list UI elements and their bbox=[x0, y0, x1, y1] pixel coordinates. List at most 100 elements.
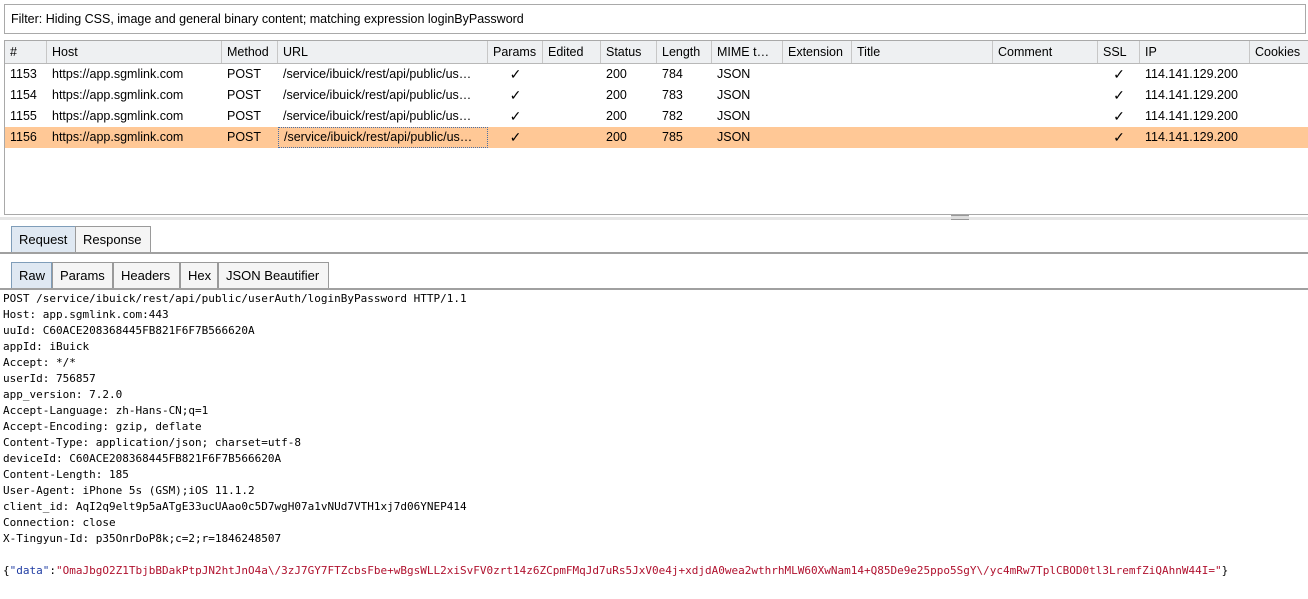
column-header-ssl[interactable]: SSL bbox=[1098, 41, 1140, 63]
cell-comment bbox=[993, 106, 1098, 127]
cell-params-check-icon: ✓ bbox=[509, 66, 522, 82]
cell-method: POST bbox=[227, 67, 262, 81]
column-header-params[interactable]: Params bbox=[488, 41, 543, 63]
cell-status: 200 bbox=[606, 67, 627, 81]
column-header-title[interactable]: Title bbox=[852, 41, 993, 63]
request-line: userId: 756857 bbox=[3, 372, 96, 385]
filter-bar[interactable]: Filter: Hiding CSS, image and general bi… bbox=[4, 4, 1306, 34]
cell-method: POST bbox=[227, 130, 262, 144]
cell-num: 1155 bbox=[10, 109, 37, 123]
cell-title bbox=[852, 85, 993, 106]
message-tabs: Request Response bbox=[0, 220, 1308, 254]
cell-mime-type: JSON bbox=[717, 67, 751, 81]
request-line: Connection: close bbox=[3, 516, 116, 529]
json-open-brace: { bbox=[3, 564, 10, 577]
cell-comment bbox=[993, 64, 1098, 85]
column-header-comment[interactable]: Comment bbox=[993, 41, 1098, 63]
cell-comment bbox=[993, 85, 1098, 106]
column-header-status[interactable]: Status bbox=[601, 41, 657, 63]
column-header-method[interactable]: Method bbox=[222, 41, 278, 63]
cell-url: /service/ibuick/rest/api/public/us… bbox=[283, 88, 472, 102]
json-colon: : bbox=[49, 564, 56, 577]
cell-comment bbox=[993, 127, 1098, 148]
cell-num: 1154 bbox=[10, 88, 37, 102]
request-line: Host: app.sgmlink.com:443 bbox=[3, 308, 169, 321]
cell-title bbox=[852, 106, 993, 127]
request-line: uuId: C60ACE208368445FB821F6F7B566620A bbox=[3, 324, 255, 337]
cell-num: 1153 bbox=[10, 67, 37, 81]
request-line: Content-Type: application/json; charset=… bbox=[3, 436, 302, 449]
cell-method: POST bbox=[227, 88, 262, 102]
table-row[interactable]: 1154 https://app.sgmlink.com POST/service/… bbox=[5, 85, 1308, 106]
cell-ssl-check-icon: ✓ bbox=[1113, 129, 1125, 145]
json-value: "OmaJbgO2Z1TbjbBDakPtpJN2htJnO4a\/3zJ7GY… bbox=[56, 564, 1222, 577]
cell-extension bbox=[783, 64, 852, 85]
cell-mime-type: JSON bbox=[717, 130, 751, 144]
column-header-ip[interactable]: IP bbox=[1140, 41, 1250, 63]
request-editor[interactable]: POST /service/ibuick/rest/api/public/use… bbox=[0, 290, 1308, 599]
cell-mime-type: JSON bbox=[717, 88, 751, 102]
cell-cookies bbox=[1250, 64, 1308, 85]
request-line: deviceId: C60ACE208368445FB821F6F7B56662… bbox=[3, 452, 282, 465]
cell-cookies bbox=[1250, 127, 1308, 148]
column-header-url[interactable]: URL bbox=[278, 41, 488, 63]
table-row[interactable]: 1153 https://app.sgmlink.com POST/service/… bbox=[5, 64, 1308, 85]
cell-status: 200 bbox=[606, 88, 627, 102]
tab-headers[interactable]: Headers bbox=[113, 262, 180, 288]
tab-hex[interactable]: Hex bbox=[180, 262, 218, 288]
table-row[interactable]: 1155 https://app.sgmlink.com POST/service/… bbox=[5, 106, 1308, 127]
request-line: User-Agent: iPhone 5s (GSM);iOS 11.1.2 bbox=[3, 484, 255, 497]
cell-host: https://app.sgmlink.com bbox=[52, 67, 184, 81]
column-header-length[interactable]: Length bbox=[657, 41, 712, 63]
cell-cookies bbox=[1250, 85, 1308, 106]
cell-edited bbox=[543, 64, 601, 85]
column-header-mime-type[interactable]: MIME t… bbox=[712, 41, 783, 63]
tab-response[interactable]: Response bbox=[75, 226, 151, 252]
cell-status: 200 bbox=[606, 130, 627, 144]
request-line: Content-Length: 185 bbox=[3, 468, 129, 481]
cell-length: 782 bbox=[662, 109, 683, 123]
cell-ip: 114.141.129.200 bbox=[1145, 67, 1238, 81]
table-row[interactable]: 1156 https://app.sgmlink.com POST/service/… bbox=[5, 127, 1308, 148]
cell-length: 783 bbox=[662, 88, 683, 102]
cell-host: https://app.sgmlink.com bbox=[52, 109, 184, 123]
column-header-extension[interactable]: Extension bbox=[783, 41, 852, 63]
filter-text: Filter: Hiding CSS, image and general bi… bbox=[11, 12, 524, 26]
cell-edited bbox=[543, 85, 601, 106]
json-close-brace: } bbox=[1221, 564, 1229, 577]
cell-host: https://app.sgmlink.com bbox=[52, 88, 184, 102]
http-history-table[interactable]: # Host Method URL Params Edited Status Length MI… bbox=[4, 40, 1308, 215]
cell-length: 785 bbox=[662, 130, 683, 144]
cell-ip: 114.141.129.200 bbox=[1145, 88, 1238, 102]
cell-url: /service/ibuick/rest/api/public/us… bbox=[283, 67, 472, 81]
cell-ip: 114.141.129.200 bbox=[1145, 130, 1238, 144]
column-header-edited[interactable]: Edited bbox=[543, 41, 601, 63]
cell-extension bbox=[783, 85, 852, 106]
cell-edited bbox=[543, 106, 601, 127]
request-body: {"data":"OmaJbgO2Z1TbjbBDakPtpJN2htJnO4a… bbox=[3, 563, 1305, 579]
cell-ssl-check-icon: ✓ bbox=[1113, 87, 1125, 103]
tab-request[interactable]: Request bbox=[11, 226, 76, 252]
request-line: app_version: 7.2.0 bbox=[3, 388, 123, 401]
cell-title bbox=[852, 64, 993, 85]
cell-params-check-icon: ✓ bbox=[509, 129, 522, 145]
tab-params[interactable]: Params bbox=[52, 262, 113, 288]
cell-status: 200 bbox=[606, 109, 627, 123]
cell-num: 1156 bbox=[10, 130, 37, 144]
request-line: client_id: AqI2q9elt9p5aATgE33ucUAao0c5D… bbox=[3, 500, 467, 513]
column-header-cookies[interactable]: Cookies bbox=[1250, 41, 1308, 63]
request-line: appId: iBuick bbox=[3, 340, 90, 353]
cell-host: https://app.sgmlink.com bbox=[52, 130, 184, 144]
column-header-num[interactable]: # bbox=[5, 41, 47, 63]
tab-json-beautifier[interactable]: JSON Beautifier bbox=[218, 262, 329, 288]
table-body: 1153 https://app.sgmlink.com POST/service/… bbox=[5, 64, 1308, 148]
column-header-host[interactable]: Host bbox=[47, 41, 222, 63]
cell-method: POST bbox=[227, 109, 262, 123]
cell-extension bbox=[783, 106, 852, 127]
cell-params-check-icon: ✓ bbox=[509, 87, 522, 103]
tab-raw[interactable]: Raw bbox=[11, 262, 52, 288]
cell-url: /service/ibuick/rest/api/public/us… bbox=[283, 109, 472, 123]
request-line: X-Tingyun-Id: p35OnrDoP8k;c=2;r=18462485… bbox=[3, 532, 282, 545]
request-line: Accept-Encoding: gzip, deflate bbox=[3, 420, 202, 433]
cell-extension bbox=[783, 127, 852, 148]
